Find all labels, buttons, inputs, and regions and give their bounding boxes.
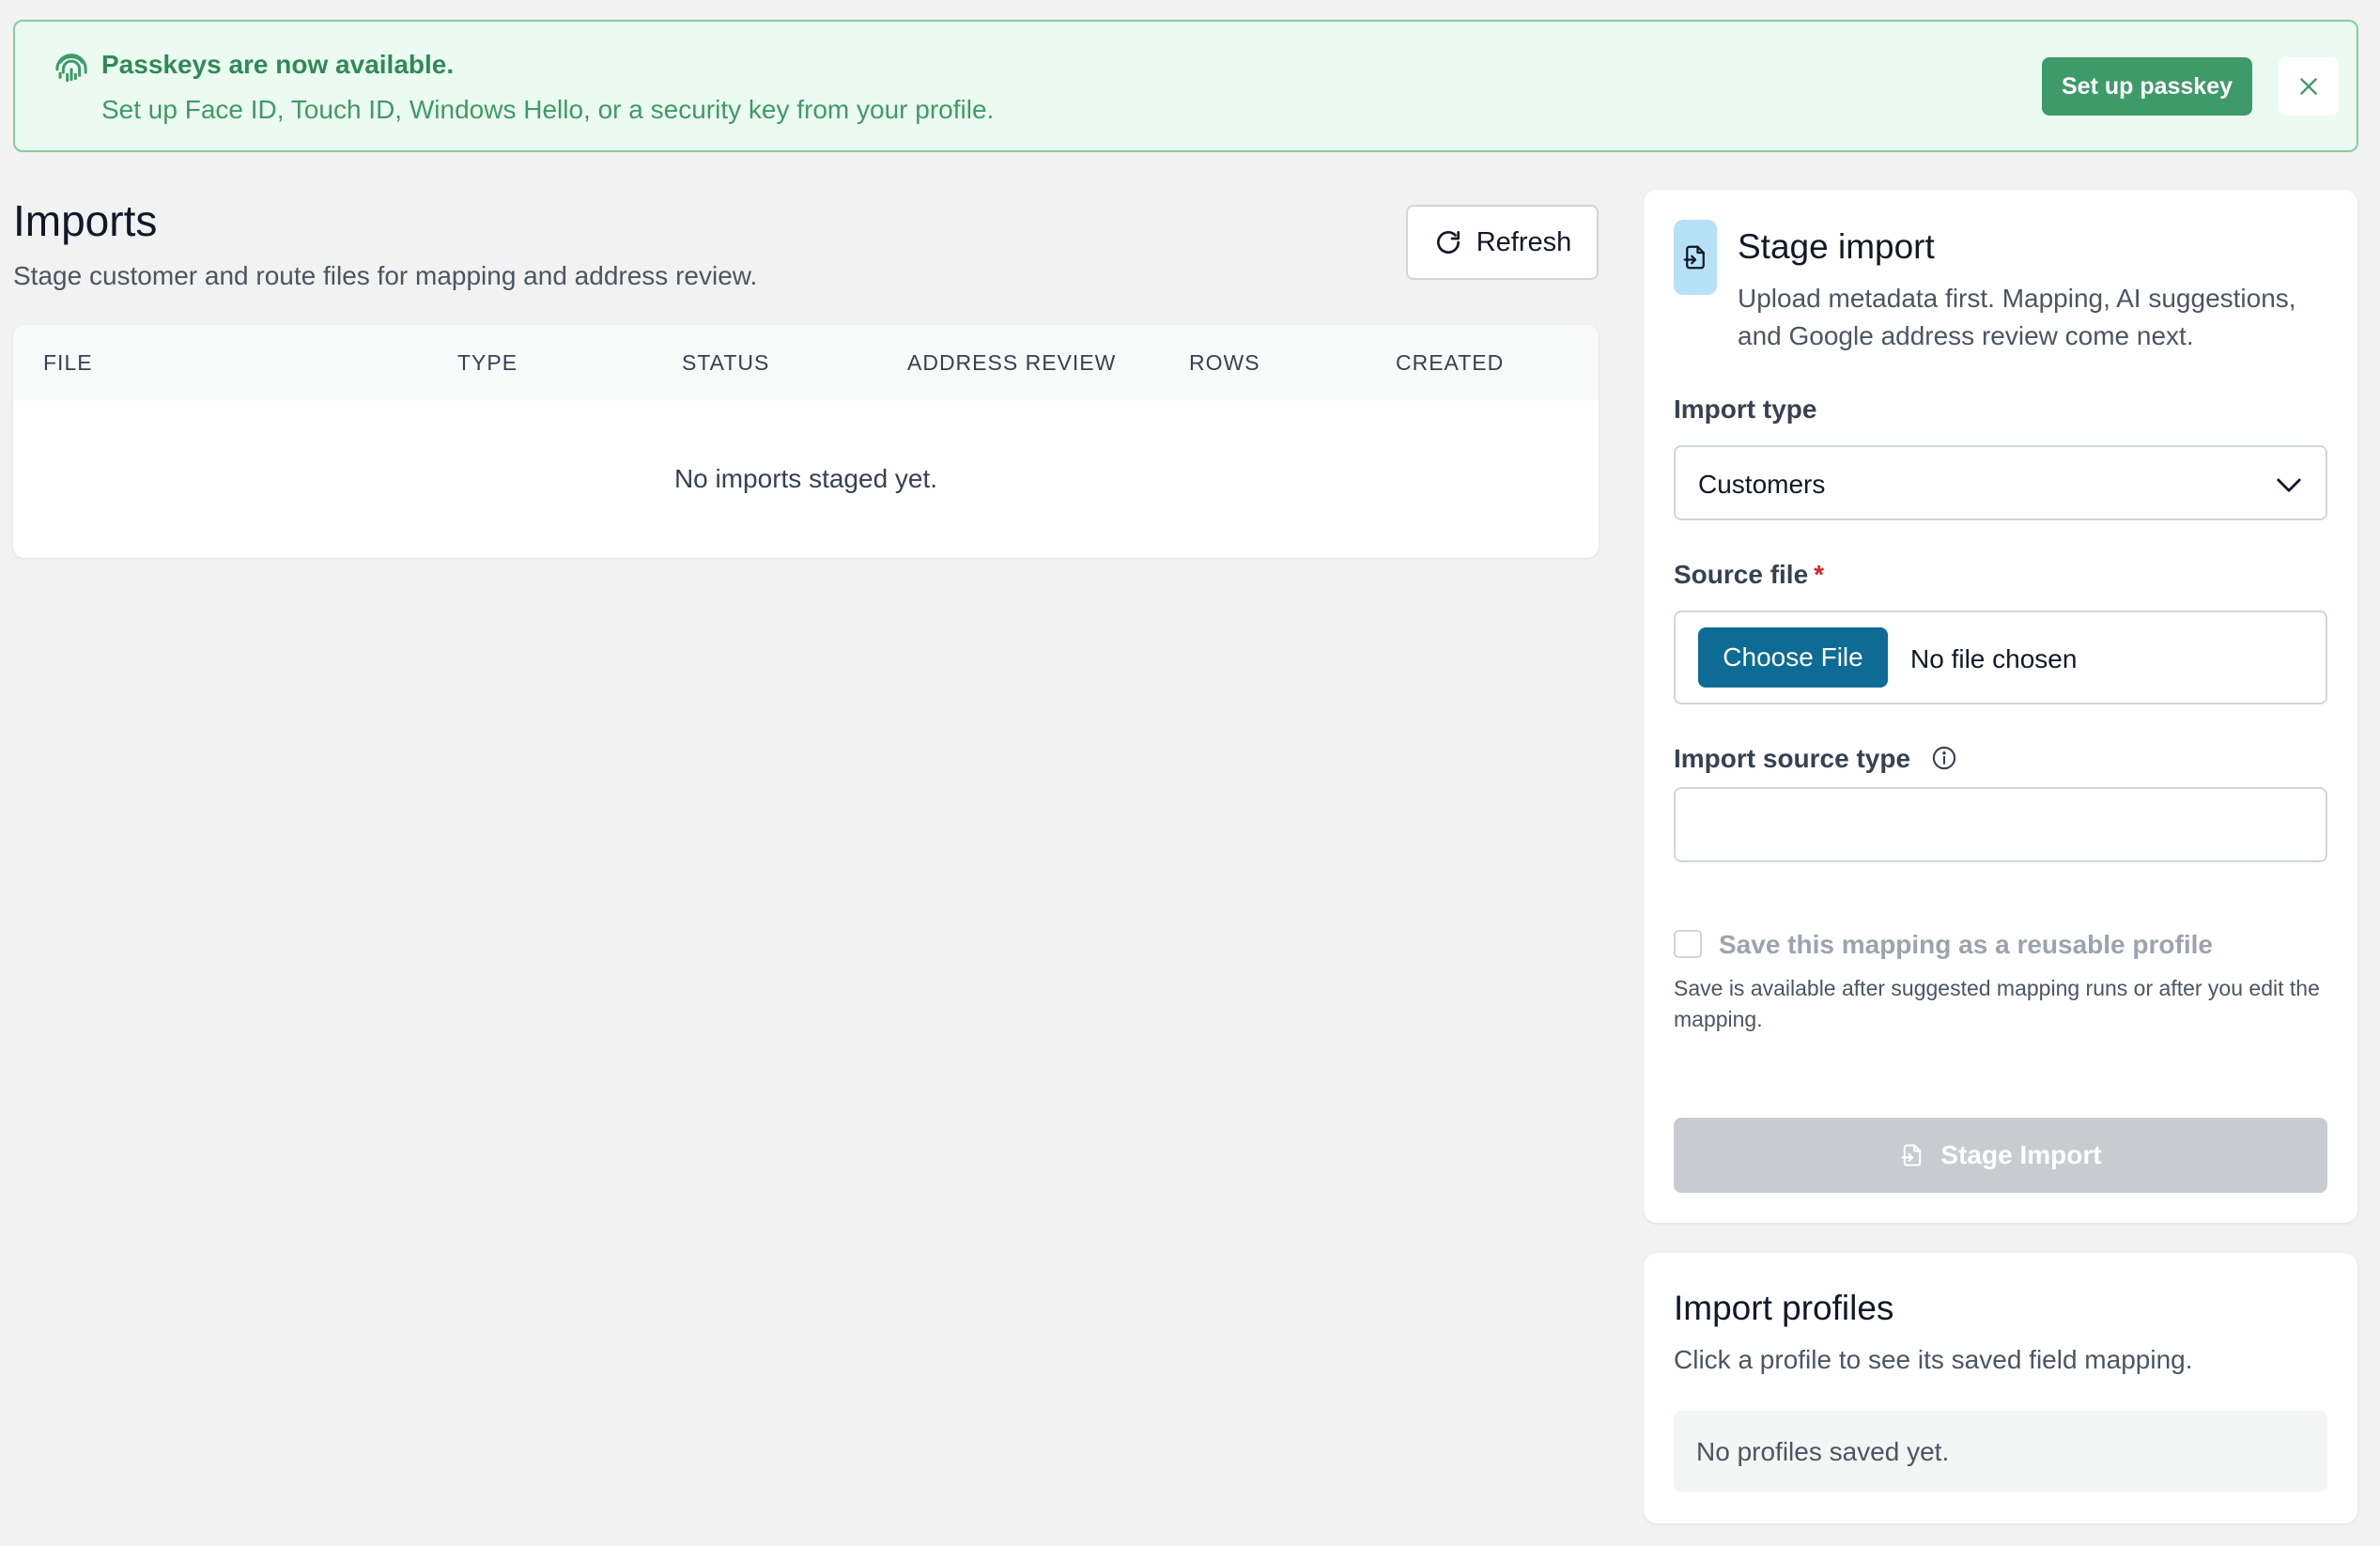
source-file-label-text: Source file: [1674, 560, 1809, 589]
page-title: Imports: [13, 196, 158, 245]
import-source-type-label-text: Import source type: [1674, 744, 1911, 773]
import-type-select[interactable]: Customers: [1674, 445, 2327, 520]
fingerprint-icon: [55, 54, 87, 83]
stage-import-card: Stage import Upload metadata first. Mapp…: [1644, 190, 2357, 1223]
column-header-status[interactable]: STATUS: [682, 350, 769, 376]
close-icon: [2300, 78, 2317, 95]
dismiss-banner-button[interactable]: [2279, 57, 2339, 116]
import-source-type-input[interactable]: [1674, 787, 2327, 862]
column-header-type[interactable]: TYPE: [457, 350, 518, 376]
source-file-label: Source file *: [1674, 560, 1824, 590]
file-status-text: No file chosen: [1910, 644, 2078, 673]
profiles-empty-text: No profiles saved yet.: [1696, 1437, 1950, 1466]
choose-file-button[interactable]: Choose File: [1698, 627, 1888, 688]
import-type-label: Import type: [1674, 394, 1817, 424]
imports-table: FILE TYPE STATUS ADDRESS REVIEW ROWS CRE…: [13, 325, 1599, 558]
refresh-button[interactable]: Refresh: [1406, 205, 1599, 280]
banner-title: Passkeys are now available.: [101, 50, 455, 79]
set-up-passkey-button[interactable]: Set up passkey: [2042, 57, 2252, 116]
profiles-empty-state: No profiles saved yet.: [1674, 1411, 2327, 1492]
refresh-icon: [1436, 231, 1460, 254]
passkey-banner: Passkeys are now available. Set up Face …: [13, 20, 2358, 152]
save-profile-label: Save this mapping as a reusable profile: [1719, 930, 2213, 959]
column-header-rows[interactable]: ROWS: [1189, 350, 1260, 376]
info-icon[interactable]: [1931, 745, 1957, 771]
table-header: FILE TYPE STATUS ADDRESS REVIEW ROWS CRE…: [13, 325, 1599, 400]
imports-empty-state: No imports staged yet.: [673, 464, 938, 493]
import-profiles-card: Import profiles Click a profile to see i…: [1644, 1253, 2357, 1523]
required-indicator: *: [1814, 560, 1825, 589]
page-subtitle: Stage customer and route files for mappi…: [13, 261, 758, 290]
import-source-type-label: Import source type: [1674, 744, 1957, 774]
chevron-down-icon: [2277, 478, 2301, 492]
save-profile-help: Save is available after suggested mappin…: [1674, 976, 2320, 1031]
stage-import-title: Stage import: [1738, 227, 1935, 266]
column-header-file[interactable]: FILE: [43, 350, 93, 376]
refresh-label: Refresh: [1476, 226, 1572, 257]
file-import-icon: [1901, 1144, 1922, 1167]
save-profile-checkbox[interactable]: [1674, 930, 1702, 958]
stage-import-subtitle: Upload metadata first. Mapping, AI sugge…: [1738, 284, 2296, 350]
stage-import-button-label: Stage Import: [1940, 1140, 2102, 1169]
file-import-icon: [1683, 245, 1705, 270]
column-header-address-review[interactable]: ADDRESS REVIEW: [907, 350, 1116, 376]
column-header-created[interactable]: CREATED: [1396, 350, 1504, 376]
stage-import-badge: [1674, 220, 1717, 295]
banner-subtitle: Set up Face ID, Touch ID, Windows Hello,…: [101, 95, 995, 124]
import-profiles-title: Import profiles: [1674, 1289, 1894, 1327]
import-profiles-subtitle: Click a profile to see its saved field m…: [1674, 1345, 2193, 1374]
import-type-value: Customers: [1698, 470, 1826, 499]
stage-import-button[interactable]: Stage Import: [1674, 1118, 2327, 1193]
source-file-input[interactable]: Choose File No file chosen: [1674, 611, 2327, 704]
